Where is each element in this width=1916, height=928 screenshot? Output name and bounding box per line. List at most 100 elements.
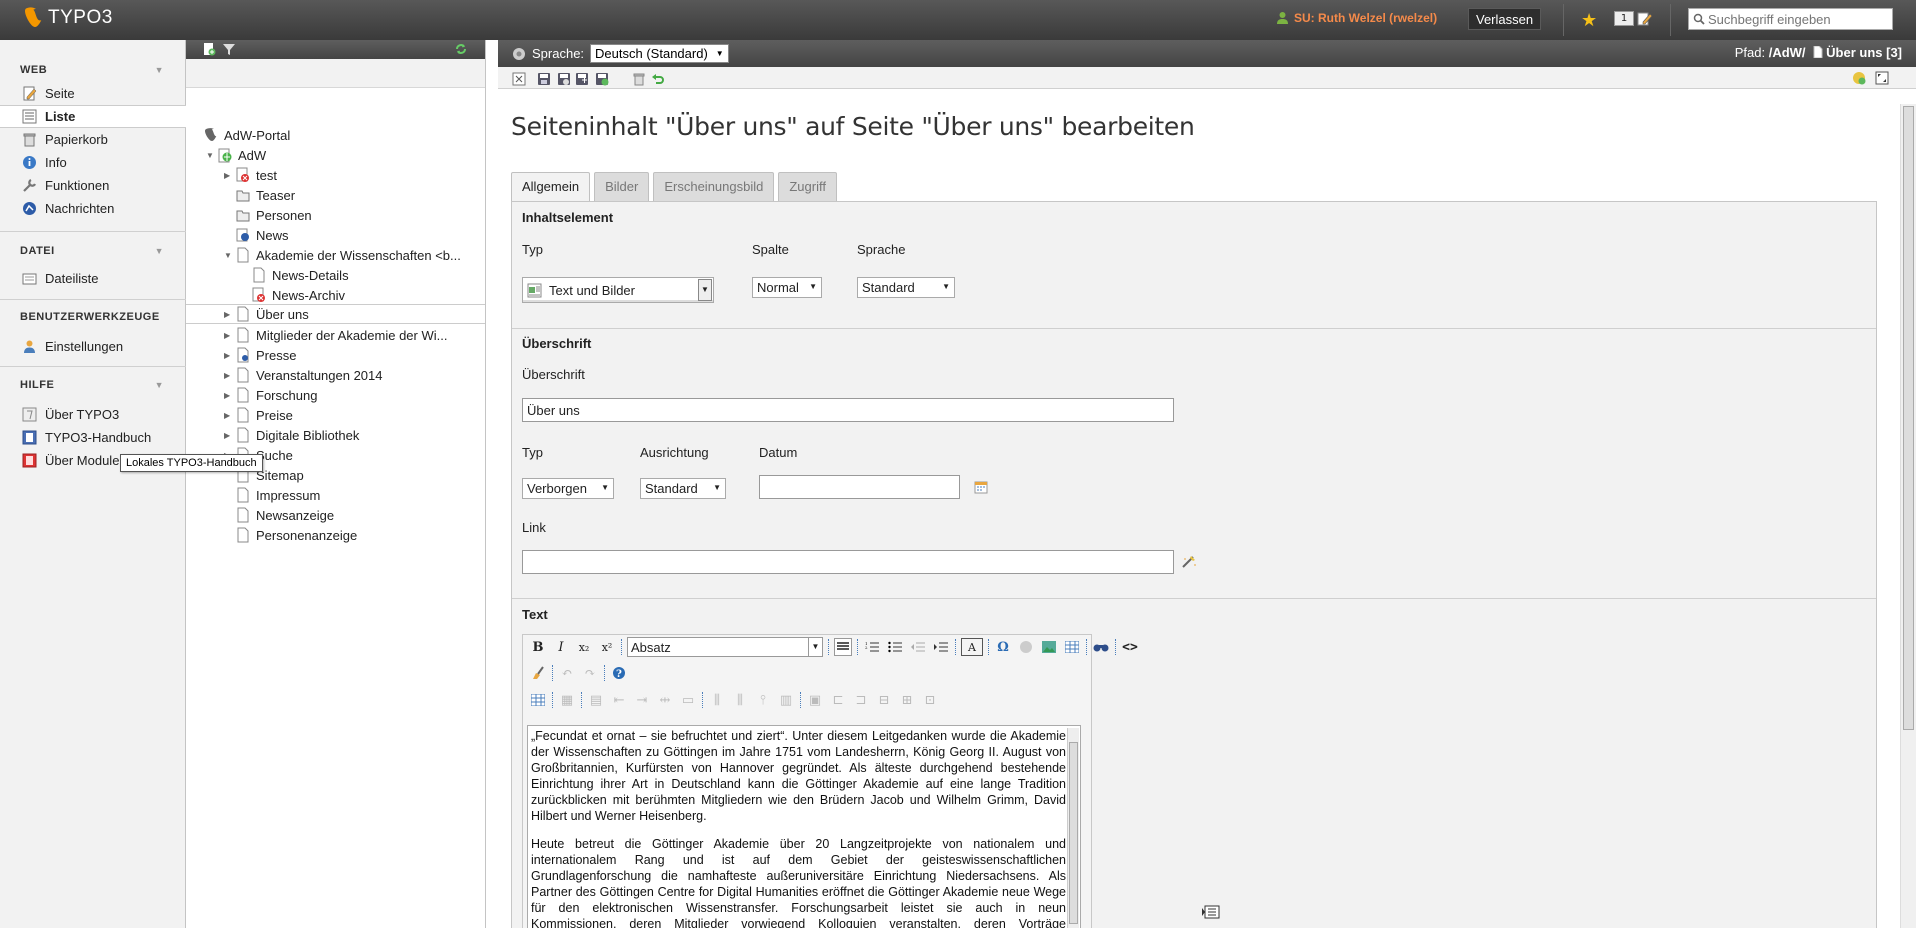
redo-icon[interactable]: ↷ <box>581 664 599 682</box>
special-chars-icon[interactable]: Ω <box>994 638 1012 656</box>
cell-insert-before-icon[interactable]: ⊏ <box>829 691 847 709</box>
expand-triangle-icon[interactable]: ▶ <box>224 411 236 420</box>
tab-general[interactable]: Allgemein <box>511 172 591 202</box>
expand-triangle-icon[interactable]: ▶ <box>224 310 236 319</box>
cell-properties-icon[interactable]: ▣ <box>806 691 824 709</box>
switch-user-label[interactable]: SU: Ruth Welzel (rwelzel) <box>1276 11 1437 25</box>
close-icon[interactable] <box>512 72 526 86</box>
expand-triangle-icon[interactable]: ▶ <box>224 391 236 400</box>
scrollbar-thumb[interactable] <box>1069 742 1078 924</box>
cell-merge-icon[interactable]: ⊡ <box>921 691 939 709</box>
rte-content-area[interactable]: „Fecundat et ornat – sie befruchtet und … <box>527 725 1081 928</box>
cell-delete-icon[interactable]: ⊟ <box>875 691 893 709</box>
row-delete-icon[interactable]: ⇹ <box>656 691 674 709</box>
fullscreen-icon[interactable] <box>1875 71 1889 85</box>
collapse-triangle-icon[interactable]: ▼ <box>224 251 236 260</box>
tree-node[interactable]: ▶ Presse <box>224 345 296 365</box>
tab-appearance[interactable]: Erscheinungsbild <box>653 172 775 201</box>
superscript-button[interactable]: x² <box>598 638 616 656</box>
justify-icon[interactable] <box>834 638 852 656</box>
bold-button[interactable]: B <box>529 638 547 656</box>
unordered-list-icon[interactable] <box>886 638 904 656</box>
module-group-header[interactable]: BENUTZERWERKZEUGE <box>0 305 186 329</box>
delete-icon[interactable] <box>632 72 646 86</box>
heading-input[interactable]: Über uns <box>522 398 1174 422</box>
tree-node[interactable]: ▶ test <box>224 165 277 185</box>
search-box[interactable] <box>1688 8 1893 30</box>
tree-node[interactable]: Newsanzeige <box>236 505 334 525</box>
new-record-icon[interactable] <box>1852 71 1866 85</box>
tree-node[interactable]: Personenanzeige <box>236 525 357 545</box>
expand-triangle-icon[interactable]: ▶ <box>224 351 236 360</box>
cell-split-icon[interactable]: ⊞ <box>898 691 916 709</box>
text-style-icon[interactable]: A <box>961 638 983 656</box>
table-icon[interactable] <box>1063 638 1081 656</box>
column-insert-after-icon[interactable]: ⫼ <box>731 691 749 709</box>
find-replace-icon[interactable] <box>1092 638 1110 656</box>
tree-node[interactable]: Teaser <box>236 185 295 205</box>
tree-node-selected[interactable]: ▶ Über uns <box>186 304 485 324</box>
outdent-icon[interactable] <box>909 638 927 656</box>
tree-node-root[interactable]: AdW-Portal <box>204 125 290 145</box>
link-input[interactable] <box>522 550 1174 574</box>
module-filelist[interactable]: Dateiliste <box>0 267 186 290</box>
tree-node[interactable]: ▶ Veranstaltungen 2014 <box>224 365 383 385</box>
search-input[interactable] <box>1708 11 1886 27</box>
save-close-icon[interactable] <box>595 72 609 86</box>
cell-insert-after-icon[interactable]: ⊐ <box>852 691 870 709</box>
leave-switch-user-button[interactable]: Verlassen <box>1468 8 1542 30</box>
heading-type-select[interactable]: Verborgen ▼ <box>522 478 614 499</box>
module-recycler[interactable]: Papierkorb <box>0 128 186 151</box>
bookmark-star-icon[interactable]: ★ <box>1581 10 1597 31</box>
help-icon[interactable]: ? <box>610 664 628 682</box>
editor-scrollbar[interactable] <box>1067 728 1079 928</box>
tree-node[interactable]: News <box>236 225 289 245</box>
filter-icon[interactable] <box>222 42 236 56</box>
tree-node[interactable]: Impressum <box>236 485 320 505</box>
module-group-header[interactable]: HILFE ▼ <box>0 373 186 397</box>
row-insert-before-icon[interactable]: ⇤ <box>610 691 628 709</box>
html-source-icon[interactable]: <> <box>1121 638 1139 656</box>
typo3-logo[interactable]: TYPO3 <box>22 6 113 30</box>
ordered-list-icon[interactable]: 12 <box>863 638 881 656</box>
link-globe-icon[interactable] <box>1017 638 1035 656</box>
link-wizard-icon[interactable] <box>1181 555 1197 569</box>
language-select[interactable]: Deutsch (Standard) ▼ <box>590 44 729 63</box>
collapse-arrow-icon[interactable]: ▼ <box>155 373 164 397</box>
calendar-icon[interactable] <box>974 480 988 494</box>
module-about-typo3[interactable]: Über TYPO3 <box>0 403 186 426</box>
save-new-icon[interactable] <box>575 72 589 86</box>
undo-icon[interactable] <box>651 72 665 86</box>
scrollbar-thumb[interactable] <box>1903 106 1914 730</box>
row-insert-after-icon[interactable]: ⇥ <box>633 691 651 709</box>
alignment-select[interactable]: Standard ▼ <box>640 478 726 499</box>
tree-node[interactable]: ▶ Forschung <box>224 385 317 405</box>
module-group-header[interactable]: DATEI ▼ <box>0 239 186 263</box>
content-type-select[interactable]: Text und Bilder ▼ <box>522 277 714 303</box>
column-insert-before-icon[interactable]: ⫼ <box>708 691 726 709</box>
fullscreen-editor-icon[interactable] <box>1202 904 1220 920</box>
expand-triangle-icon[interactable]: ▶ <box>224 331 236 340</box>
subscript-button[interactable]: x₂ <box>575 638 593 656</box>
expand-triangle-icon[interactable]: ▶ <box>224 371 236 380</box>
date-input[interactable] <box>759 475 960 499</box>
collapse-arrow-icon[interactable]: ▼ <box>155 239 164 263</box>
new-page-icon[interactable] <box>202 42 216 56</box>
tree-node[interactable]: Personen <box>236 205 312 225</box>
save-icon[interactable] <box>537 72 551 86</box>
row-split-icon[interactable]: ▭ <box>679 691 697 709</box>
expand-triangle-icon[interactable]: ▶ <box>224 431 236 440</box>
module-info[interactable]: Info <box>0 151 186 174</box>
table-properties-icon[interactable] <box>529 691 547 709</box>
module-group-header[interactable]: WEB ▼ <box>0 58 186 82</box>
row-properties-icon[interactable]: ▤ <box>587 691 605 709</box>
module-page[interactable]: Seite <box>0 82 186 105</box>
save-view-icon[interactable] <box>557 72 571 86</box>
tree-node[interactable]: News-Details <box>252 265 349 285</box>
undo-icon[interactable]: ↶ <box>558 664 576 682</box>
column-delete-icon[interactable]: ⫯ <box>754 691 772 709</box>
tree-node[interactable]: ▶ Mitglieder der Akademie der Wi... <box>224 325 447 345</box>
collapse-triangle-icon[interactable]: ▼ <box>206 151 218 160</box>
indent-icon[interactable] <box>932 638 950 656</box>
tree-node[interactable]: ▶ Preise <box>224 405 293 425</box>
